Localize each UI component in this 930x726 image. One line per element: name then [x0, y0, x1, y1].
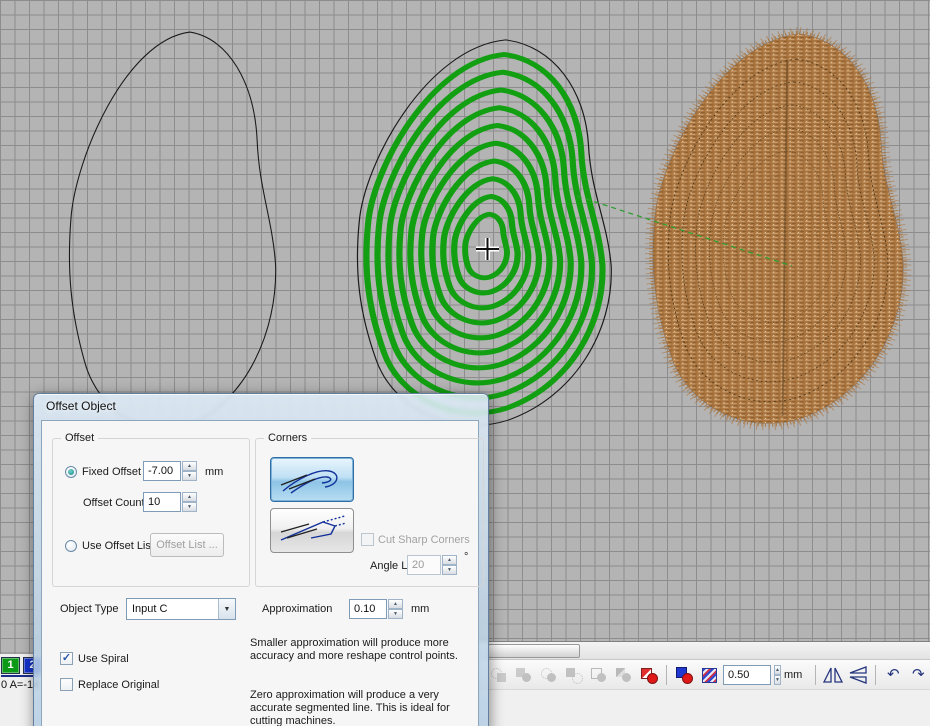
offset-group-label: Offset [61, 432, 98, 444]
rounded-corners-icon [277, 463, 347, 497]
boolean-trim-icon[interactable] [513, 664, 535, 686]
cut-sharp-corners-label: Cut Sharp Corners [378, 534, 470, 546]
mirror-vertical-icon[interactable] [847, 664, 869, 686]
offset-count-spinner[interactable]: ▲ ▼ [182, 492, 197, 512]
spinner-down-icon[interactable]: ▼ [182, 471, 197, 481]
horizontal-scrollbar[interactable] [478, 641, 930, 659]
replace-original-label: Replace Original [78, 679, 159, 691]
use-offset-list-label: Use Offset List [82, 540, 154, 552]
crosshair-cursor [476, 238, 499, 260]
scrollbar-thumb[interactable] [488, 644, 580, 658]
fixed-offset-radio[interactable] [65, 466, 77, 478]
boolean-front-minus-back-icon[interactable] [588, 664, 610, 686]
offset-groupbox: Offset Fixed Offset ▲ ▼ mm Offset Count … [52, 438, 250, 587]
sharp-corners-icon [277, 514, 347, 548]
remove-overlaps-icon[interactable] [638, 664, 660, 686]
rotate-right-icon[interactable]: ↷ [907, 664, 929, 686]
spinner-up-icon[interactable]: ▲ [442, 555, 457, 565]
combine-objects-icon[interactable] [673, 664, 695, 686]
spinner-up-icon[interactable]: ▲ [774, 665, 781, 675]
fixed-offset-input[interactable] [143, 461, 181, 481]
use-offset-list-radio[interactable] [65, 540, 77, 552]
pattern-fill-icon[interactable] [698, 664, 720, 686]
palette-color-1[interactable]: 1 [1, 657, 20, 674]
offset-count-label: Offset Count [83, 497, 145, 509]
spinner-down-icon[interactable]: ▼ [182, 502, 197, 512]
stitch-length-input[interactable] [723, 665, 771, 685]
approximation-label: Approximation [262, 603, 332, 615]
bottom-toolbar: ▲ ▼ mm ↶ ↷ ↺ [478, 659, 930, 689]
spinner-down-icon[interactable]: ▼ [442, 565, 457, 575]
boolean-back-minus-front-icon[interactable] [613, 664, 635, 686]
app-window: 1 2 0 A=-14 [0, 0, 930, 726]
stitch-length-unit: mm [784, 669, 802, 681]
offset-spiral-shape [357, 40, 611, 425]
approximation-help-text: Smaller approximation will produce more … [250, 637, 482, 663]
spinner-down-icon[interactable]: ▼ [774, 675, 781, 685]
angle-limit-spinner[interactable]: ▲ ▼ [442, 555, 457, 575]
spinner-up-icon[interactable]: ▲ [182, 492, 197, 502]
object-type-combobox[interactable]: Input C ▼ [126, 598, 236, 620]
dialog-title: Offset Object [46, 399, 116, 413]
status-bar [478, 689, 930, 726]
fixed-offset-unit: mm [205, 466, 223, 478]
dialog-body: Offset Fixed Offset ▲ ▼ mm Offset Count … [41, 420, 479, 726]
fixed-offset-spinner[interactable]: ▲ ▼ [182, 461, 197, 481]
spinner-up-icon[interactable]: ▲ [388, 599, 403, 609]
spinner-up-icon[interactable]: ▲ [182, 461, 197, 471]
spinner-down-icon[interactable]: ▼ [388, 609, 403, 619]
angle-limit-input[interactable] [407, 555, 441, 575]
offset-count-input[interactable] [143, 492, 181, 512]
corners-group-label: Corners [264, 432, 311, 444]
stitched-shape [653, 34, 903, 423]
mirror-horizontal-icon[interactable] [822, 664, 844, 686]
rounded-corners-button[interactable] [270, 457, 354, 502]
use-spiral-label: Use Spiral [78, 653, 129, 665]
cut-sharp-corners-checkbox[interactable] [361, 533, 374, 546]
corners-groupbox: Corners [255, 438, 484, 587]
object-type-label: Object Type [60, 603, 119, 615]
rotate-left-icon[interactable]: ↶ [882, 664, 904, 686]
approximation-unit: mm [411, 603, 429, 615]
approximation-input[interactable] [349, 599, 387, 619]
toolbar-separator [666, 665, 667, 685]
outline-shape [69, 32, 275, 429]
boolean-intersect-icon[interactable] [538, 664, 560, 686]
replace-original-checkbox[interactable] [60, 678, 73, 691]
offset-object-dialog: Offset Object Offset Fixed Offset ▲ ▼ mm… [33, 393, 489, 726]
toolbar-separator [815, 665, 816, 685]
approximation-spinner[interactable]: ▲ ▼ [388, 599, 403, 619]
zero-approximation-help-text: Zero approximation will produce a very a… [250, 689, 482, 726]
use-spiral-checkbox[interactable]: ✓ [60, 652, 73, 665]
stitch-length-spinner[interactable]: ▲ ▼ [774, 665, 781, 685]
offset-list-button[interactable]: Offset List ... [150, 533, 224, 557]
fixed-offset-label: Fixed Offset [82, 466, 141, 478]
chevron-down-icon[interactable]: ▼ [218, 599, 235, 619]
toolbar-separator [875, 665, 876, 685]
object-type-value: Input C [127, 603, 218, 615]
angle-limit-unit: ° [464, 551, 468, 563]
boolean-exclude-icon[interactable] [563, 664, 585, 686]
boolean-weld-icon[interactable] [488, 664, 510, 686]
sharp-corners-button[interactable] [270, 508, 354, 553]
